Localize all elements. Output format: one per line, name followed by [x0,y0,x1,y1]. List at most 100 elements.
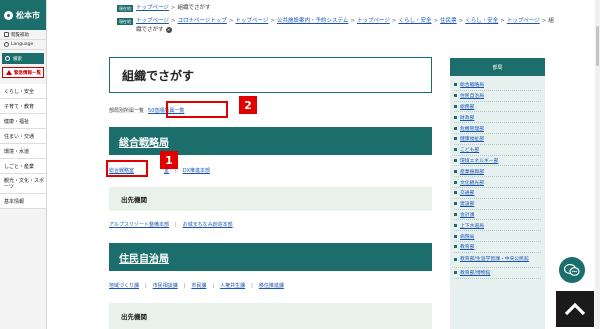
list-item: 健康福祉部 [454,134,541,145]
menu-item-tourism-culture-sports[interactable]: 観光・文化・スポーツ [0,174,46,194]
menu-item-childcare-education[interactable]: 子育て・教育 [0,99,46,114]
side-nav-link[interactable]: 財政部 [460,114,474,121]
side-nav-link[interactable]: 産業振興部 [460,168,484,175]
list-item: こども部 [454,145,541,156]
breadcrumb-link[interactable]: トップページ [507,18,540,24]
emergency-label: 緊急情報一覧 [14,70,41,76]
bullet-icon [454,180,457,184]
breadcrumb-link-top[interactable]: トップページ [136,5,169,11]
menu-item-health-welfare[interactable]: 健康・福祉 [0,114,46,129]
bullet-icon [454,202,457,206]
bullet-icon [454,158,457,162]
breadcrumb-link[interactable]: トップページ [236,18,269,24]
breadcrumb-row-2: 現在地 トップページ > コロナページトップ > トップページ > 公共施設案内・予約システ… [117,18,554,33]
side-nav-link[interactable]: 教育部/生涯学習課・中央公民館 [460,257,529,263]
side-nav-link[interactable]: 交通部 [460,189,474,196]
accessibility-icon [4,32,9,37]
dept-link[interactable]: 地域づくり課 [109,282,139,289]
dept-link[interactable]: 人権共生課 [220,282,245,289]
breadcrumb-link[interactable]: トップページ [357,18,390,24]
search-button[interactable]: 検索 [2,53,44,64]
section-heading-text[interactable]: 住民自治局 [119,250,169,265]
dept-link[interactable]: 市民課 [191,282,206,289]
side-nav-link[interactable]: 教育部 [460,243,474,250]
accessibility-button[interactable]: 閲覧補助 [0,30,46,40]
emergency-info-button[interactable]: 緊急情報一覧 [2,67,44,78]
dept-link[interactable]: DX推進本部 [183,167,210,174]
breadcrumb-current: 組織でさがす [177,5,211,11]
bullet-icon [454,83,457,87]
close-icon[interactable]: × [165,26,172,33]
bullet-icon [454,104,457,108]
list-item: 上下水道局 [454,220,541,232]
search-label: 検索 [13,56,22,62]
dept-link[interactable]: 市民相談課 [153,282,178,289]
chevron-up-icon [564,302,586,316]
annotation-box-2 [166,101,228,118]
breadcrumb-link[interactable]: コロナページトップ [178,18,227,24]
list-item: 教育部/博物館 [454,268,541,279]
list-item: 危機管理部 [454,123,541,134]
side-nav-link[interactable]: 教育部/博物館 [460,269,490,276]
side-nav-link[interactable]: 住民自治局 [460,92,484,99]
breadcrumb-link[interactable]: 公共施設案内・予約システム [277,18,348,24]
globe-icon [4,42,9,47]
bullet-icon [454,115,457,119]
breadcrumb-link[interactable]: トップページ [136,18,169,24]
list-item: 環境エネルギー部 [454,156,541,167]
breadcrumb-link[interactable]: くらし・安全 [398,18,431,24]
city-emblem-icon [4,10,13,20]
side-nav-link[interactable]: 病院局 [460,233,474,240]
language-button[interactable]: Language [0,40,46,50]
side-nav-link[interactable]: 健康福祉部 [460,135,484,142]
breadcrumb: 現在地 トップページ > 組織でさがす 現在地 トップページ > コロナページトップ > ト… [117,0,577,35]
section-heading-text[interactable]: 総合戦略局 [119,134,169,149]
menu-item-work-industry[interactable]: しごと・産業 [0,159,46,174]
department-list-label: 部局別所属一覧 [109,108,145,114]
bullet-icon [454,245,457,249]
dept-link[interactable]: 移住推進課 [259,282,284,289]
branch-office-heading: 出先機関 [109,187,432,211]
menu-item-living-safety[interactable]: くらし・安全 [0,84,46,99]
list-item: 教育部/生涯学習課・中央公民館 [454,253,541,268]
annotation-number-1: 1 [160,151,178,169]
section-links: 地域づくり課 | 市民相談課 | 市民課 | 人権共生課 | 移住推進課 [109,282,284,290]
side-nav-heading: 部局 [450,58,545,76]
bullet-icon [454,169,457,173]
side-nav-link[interactable]: 上下水道局 [460,222,484,229]
list-item: 会計課 [454,210,541,221]
bullet-icon [454,271,457,275]
department-side-nav: 部局 総合戦略局 住民自治局 総務部 財政部 危機管理部 健康福祉部 こども部 … [450,58,545,329]
chat-button[interactable] [559,257,585,283]
side-nav-list: 総合戦略局 住民自治局 総務部 財政部 危機管理部 健康福祉部 こども部 環境エ… [450,76,545,279]
section-heading-resident-autonomy[interactable]: 住民自治局 [109,243,432,271]
breadcrumb-link[interactable]: 住民票 [440,18,457,24]
chat-bubble-icon [564,263,580,276]
side-nav-link[interactable]: こども部 [460,146,479,153]
list-item: 財政部 [454,112,541,124]
branch-link[interactable]: アルプスリゾート整備本部 [109,221,169,228]
side-nav-link[interactable]: 環境エネルギー部 [460,157,498,164]
section-heading-general-strategy[interactable]: 総合戦略局 [109,127,432,155]
site-logo[interactable]: 松本市 [0,0,46,30]
menu-item-housing-transport[interactable]: 住まい・交通 [0,129,46,144]
branch-link[interactable]: お城まちなみ創造本部 [183,221,233,228]
side-nav-link[interactable]: 文化観光部 [460,179,484,186]
scrollbar-thumb[interactable] [596,26,599,66]
side-nav-link[interactable]: 会計課 [460,211,474,218]
site-logo-text: 松本市 [16,10,40,20]
bullet-icon [454,137,457,141]
side-nav-link[interactable]: 建設部 [460,200,474,207]
category-menu: くらし・安全 子育て・教育 健康・福祉 住まい・交通 環境・水道 しごと・産業 … [0,84,46,209]
side-nav-link[interactable]: 危機管理部 [460,125,484,132]
breadcrumb-link[interactable]: くらし・安全 [465,18,498,24]
side-nav-link[interactable]: 総務部 [460,103,474,110]
current-location-tag: 現在地 [117,5,133,12]
bullet-icon [454,148,457,152]
bullet-icon [454,191,457,195]
menu-item-basic-info[interactable]: 基本情報 [0,194,46,209]
menu-item-environment-water[interactable]: 環境・水道 [0,144,46,159]
bullet-icon [454,94,457,98]
back-to-top-button[interactable] [556,291,594,327]
side-nav-link[interactable]: 総合戦略局 [460,81,484,88]
